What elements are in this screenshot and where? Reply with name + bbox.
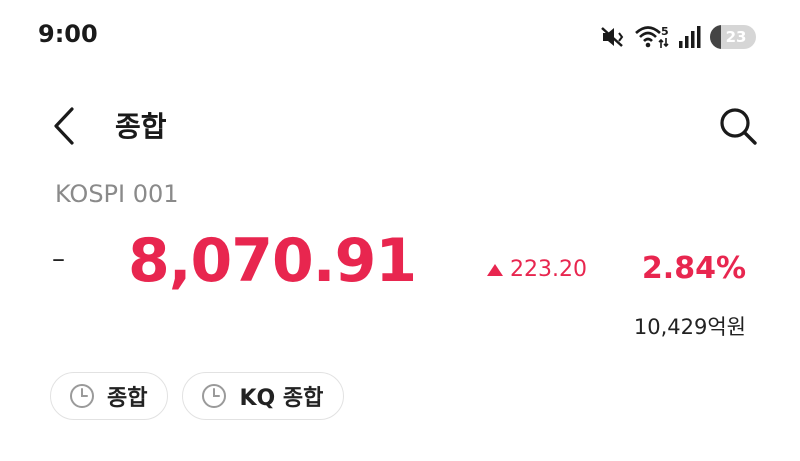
clock-icon (202, 384, 227, 408)
battery-icon: 23 (710, 25, 756, 49)
battery-level: 23 (725, 28, 747, 46)
index-code: KOSPI 001 (55, 180, 179, 208)
status-icons: 5 23 (600, 22, 756, 52)
page-title: 종합 (115, 110, 167, 143)
trading-value: 10,429억원 (633, 315, 746, 339)
network-badge: 5 (661, 25, 669, 38)
chip-label: KQ 종합 (239, 386, 324, 411)
chevron-left-icon (54, 107, 74, 145)
chip-label: 종합 (107, 386, 148, 411)
chip-kospi-composite[interactable]: 종합 (50, 372, 169, 420)
change-value: 223.20 (510, 257, 587, 282)
change-group: 223.20 (486, 257, 587, 282)
wifi-icon: 5 (635, 25, 669, 48)
signal-icon (679, 26, 701, 48)
chip-row: 종합 KQ 종합 (50, 372, 345, 420)
screen: 9:00 5 23 종합 KOSPI 001 – 8,070.91 223.20… (0, 0, 800, 461)
status-time: 9:00 (38, 20, 98, 48)
change-percent: 2.84% (641, 251, 746, 286)
index-value: 8,070.91 (128, 226, 417, 296)
triangle-up-icon (487, 263, 503, 276)
chip-kq-composite[interactable]: KQ 종합 (182, 372, 345, 420)
search-icon (720, 108, 757, 145)
clock-icon (70, 384, 94, 408)
search-button[interactable] (716, 104, 760, 148)
back-button[interactable] (44, 104, 84, 148)
mute-vibrate-icon (601, 27, 624, 47)
index-dash: – (52, 244, 65, 274)
